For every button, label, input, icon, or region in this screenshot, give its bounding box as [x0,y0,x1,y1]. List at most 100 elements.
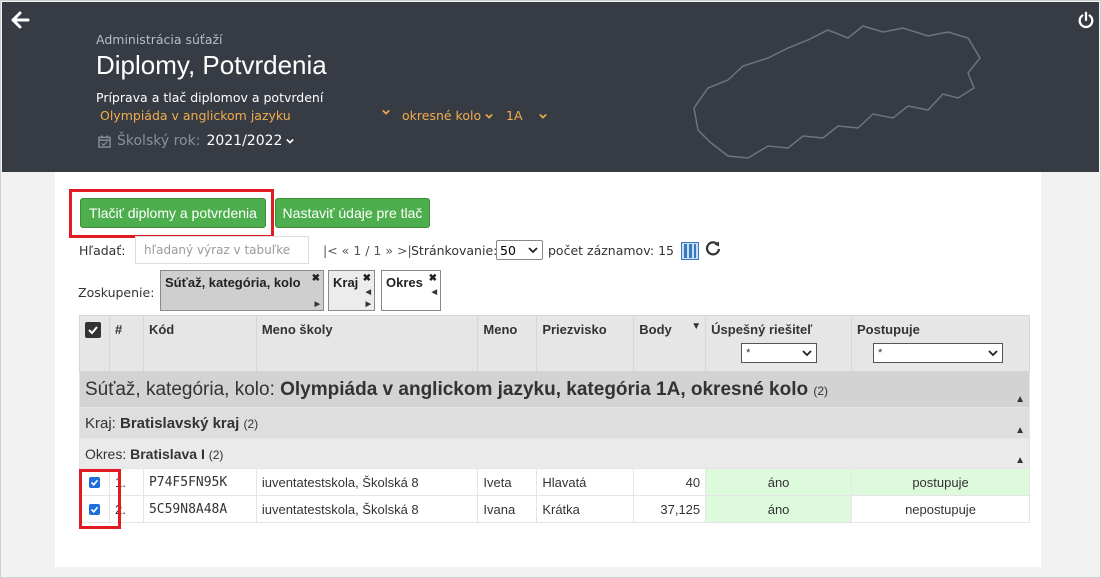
chevron-down-icon [382,109,390,115]
page-size-select[interactable]: 50 [496,240,543,260]
search-input[interactable] [135,236,309,264]
row-school: iuventatestskola, Školská 8 [255,468,479,496]
group-prefix: Súťaž, kategória, kolo: [85,378,275,400]
group-chip-region[interactable]: Kraj ✖ ◀ ▶ [328,270,375,311]
select-all-header [79,315,110,372]
column-header-last-name[interactable]: Priezvisko [536,315,635,372]
group-prefix: Okres: [85,445,127,462]
chevron-left-icon[interactable]: ◀ [366,288,371,296]
advance-filter-value: * [878,347,883,359]
group-count: (2) [208,447,224,462]
table-row[interactable]: 2. 5C59N8A48A iuventatestskola, Školská … [79,495,1030,523]
last-page-button[interactable]: >| [397,243,412,258]
advance-filter-select[interactable]: * [873,343,1004,363]
chevron-down-icon [286,138,295,144]
power-icon[interactable] [1077,10,1095,30]
school-year-row: Školský rok: 2021/2022 [98,133,295,149]
row-success: áno [705,468,853,496]
table-row[interactable]: 1. P74F5FN95K iuventatestskola, Školská … [79,468,1030,496]
collapse-icon[interactable]: ▲ [1015,455,1025,466]
column-header-advance-label: Postupuje [857,322,920,337]
close-icon[interactable]: ✖ [312,273,320,284]
column-header-number[interactable]: # [108,315,144,372]
chevron-right-icon[interactable]: ▶ [366,300,371,308]
column-header-code[interactable]: Kód [142,315,257,372]
success-filter-value: * [746,347,751,359]
group-value: Olympiáda v anglickom jazyku, kategória … [280,378,809,400]
prev-page-button[interactable]: « [342,243,350,258]
group-chip-competition[interactable]: Súťaž, kategória, kolo ✖ ▶ [160,270,324,311]
page-subtitle: Príprava a tlač diplomov a potvrdení [96,90,324,105]
row-first-name: Ivana [477,495,538,523]
group-chip-label: Okres [386,275,423,290]
chevron-left-icon[interactable]: ◀ [432,288,437,296]
round-dropdown[interactable]: okresné kolo [402,108,493,123]
grouping-label: Zoskupenie: [78,285,155,300]
back-arrow-icon[interactable] [10,10,30,30]
collapse-icon[interactable]: ▲ [1015,425,1025,436]
group-row-district[interactable]: Okres: Bratislava I (2) ▲ [79,438,1030,469]
select-all-checkbox[interactable] [85,322,101,338]
row-points: 40 [633,468,707,496]
collapse-icon[interactable]: ▲ [1015,394,1025,405]
page-size-label: Stránkovanie: [411,243,498,258]
school-year-value: 2021/2022 [206,133,283,149]
column-header-first-name[interactable]: Meno [477,315,538,372]
chevron-right-icon[interactable]: ▶ [315,300,320,308]
row-advance: nepostupuje [851,495,1030,523]
results-table: # Kód Meno školy Meno Priezvisko Body ▼ … [79,315,1030,523]
refresh-icon[interactable] [705,240,721,256]
chevron-down-icon [538,113,547,119]
row-code: 5C59N8A48A [142,495,257,523]
row-code: P74F5FN95K [142,468,257,496]
highlight-annotation [79,469,121,529]
group-value: Bratislava I [130,445,205,462]
page-header: Administrácia súťaží Diplomy, Potvrdenia… [2,2,1099,172]
group-chip-label: Súťaž, kategória, kolo [165,275,301,290]
page-title: Diplomy, Potvrdenia [96,50,327,80]
group-row-region[interactable]: Kraj: Bratislavský kraj (2) ▲ [79,407,1030,439]
search-label: Hľadať: [79,243,126,258]
group-count: (2) [813,383,829,398]
column-header-points[interactable]: Body ▼ [633,315,707,372]
sort-desc-icon: ▼ [691,321,702,332]
columns-icon[interactable] [681,242,699,260]
print-settings-button[interactable]: Nastaviť údaje pre tlač [275,198,430,228]
chevron-down-icon [988,350,998,357]
category-dropdown[interactable]: 1A [506,108,547,123]
chevron-down-icon [802,350,812,357]
group-value: Bratislavský kraj [120,414,240,432]
group-row-competition[interactable]: Súťaž, kategória, kolo: Olympiáda v angl… [79,371,1030,408]
record-count: počet záznamov: 15 [548,243,675,258]
school-year-label: Školský rok: [117,133,201,149]
chevron-down-icon [485,113,493,119]
column-header-success[interactable]: Úspešný riešiteľ * [705,315,853,372]
next-page-button[interactable]: » [385,243,393,258]
row-advance: postupuje [851,468,1030,496]
group-chip-label: Kraj [333,275,359,290]
round-value: okresné kolo [402,108,482,123]
close-icon[interactable]: ✖ [363,273,371,284]
row-first-name: Iveta [477,468,538,496]
group-count: (2) [243,416,259,431]
table-header-row: # Kód Meno školy Meno Priezvisko Body ▼ … [79,315,1030,372]
page-size-value: 50 [500,242,516,258]
row-points: 37,125 [633,495,707,523]
group-chip-district[interactable]: Okres ✖ ◀ [381,270,441,311]
success-filter-select[interactable]: * [741,343,818,363]
page-info: 1 / 1 [353,243,382,258]
category-value: 1A [506,108,523,123]
column-header-advance[interactable]: Postupuje * [851,315,1030,372]
first-page-button[interactable]: |< [323,243,338,258]
row-last-name: Krátka [536,495,635,523]
close-icon[interactable]: ✖ [429,273,437,284]
print-diplomas-button[interactable]: Tlačiť diplomy a potvrdenia [80,198,266,228]
column-header-school[interactable]: Meno školy [255,315,479,372]
column-header-success-label: Úspešný riešiteľ [711,322,813,337]
competition-dropdown[interactable] [382,108,390,116]
pager: |< « 1 / 1 » >| [323,243,412,258]
slovakia-map-outline [693,25,981,159]
calendar-icon [98,134,111,148]
column-header-points-label: Body [639,322,672,337]
school-year-dropdown[interactable]: 2021/2022 [206,133,295,149]
